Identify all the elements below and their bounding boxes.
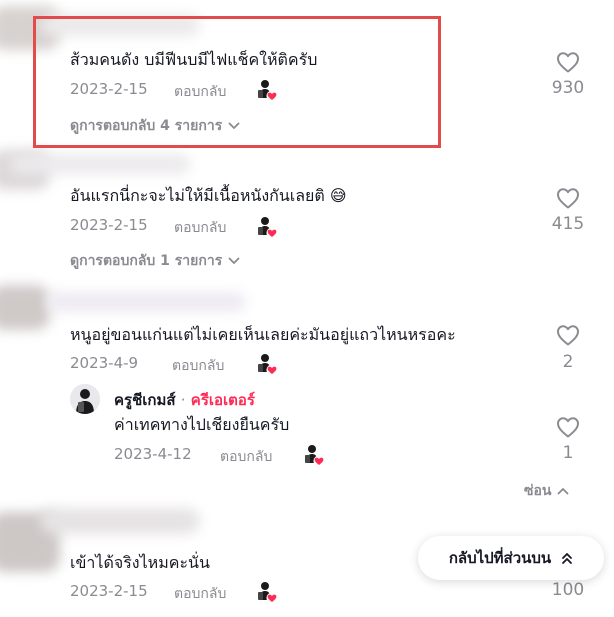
blurred-username [40,508,200,534]
comment-date: 2023-2-15 [70,582,148,600]
creator-avatar-image [70,384,100,414]
author-separator: · [180,391,186,409]
comment-date: 2023-2-15 [70,216,148,234]
like-count: 415 [551,214,585,234]
blurred-username [46,292,246,312]
reply-button[interactable]: ตอบกลับ [174,583,226,605]
comment-text-body: อันแรกนี่กะจะไม่ให้มีเนื้อหนังกันเลยติ [70,186,325,205]
heart-outline-icon[interactable] [556,324,580,346]
reply-button[interactable]: ตอบกลับ [172,355,224,377]
creator-liked-icon [256,352,278,376]
double-chevron-up-icon [562,553,573,564]
blurred-username [10,154,190,174]
comment-text: เข้าได้จริงไหมคะนั่น [70,553,210,572]
comment-text: อันแรกนี่กะจะไม่ให้มีเนื้อหนังกันเลยติ 😅 [70,184,347,209]
hide-label: ซ่อน [524,483,552,499]
reply-author[interactable]: ครูชีเกมส์ · ครีเอเตอร์ [114,388,255,412]
like-count: 930 [551,78,585,98]
comment-text: หนูอยู่ขอนแก่นแต่ไม่เคยเห็นเลยค่ะมันอยู่… [70,325,456,344]
creator-liked-icon [256,580,278,604]
like-count: 1 [562,443,574,463]
view-replies-button[interactable]: ดูการตอบกลับ 1 รายการ [70,250,240,272]
emoji: 😅 [329,186,347,205]
like-count: 2 [562,352,574,372]
back-to-top-button[interactable]: กลับไปที่ส่วนบน [418,536,604,580]
creator-liked-icon [256,215,278,239]
comment-date: 2023-4-9 [70,354,139,372]
view-replies-label: ดูการตอบกลับ 1 รายการ [70,253,223,269]
reply-button[interactable]: ตอบกลับ [220,446,272,468]
reply-text: ค่าเทคทางไปเชียงยืนครับ [114,415,290,434]
back-to-top-label: กลับไปที่ส่วนบน [448,549,552,567]
like-count: 100 [551,580,585,600]
reply-date: 2023-4-12 [114,445,192,463]
hide-replies-button[interactable]: ซ่อน [524,480,569,502]
highlight-box [33,16,441,148]
reply-button[interactable]: ตอบกลับ [174,217,226,239]
author-name[interactable]: ครูชีเกมส์ [114,391,176,409]
creator-badge: ครีเอเตอร์ [190,391,255,409]
heart-outline-icon[interactable] [556,187,580,209]
chevron-up-icon [557,487,569,495]
avatar[interactable] [70,384,100,414]
heart-outline-icon[interactable] [556,416,580,438]
chevron-down-icon [228,257,240,265]
heart-outline-icon[interactable] [556,51,580,73]
blurred-avatar [0,285,50,330]
creator-liked-icon [303,443,325,467]
